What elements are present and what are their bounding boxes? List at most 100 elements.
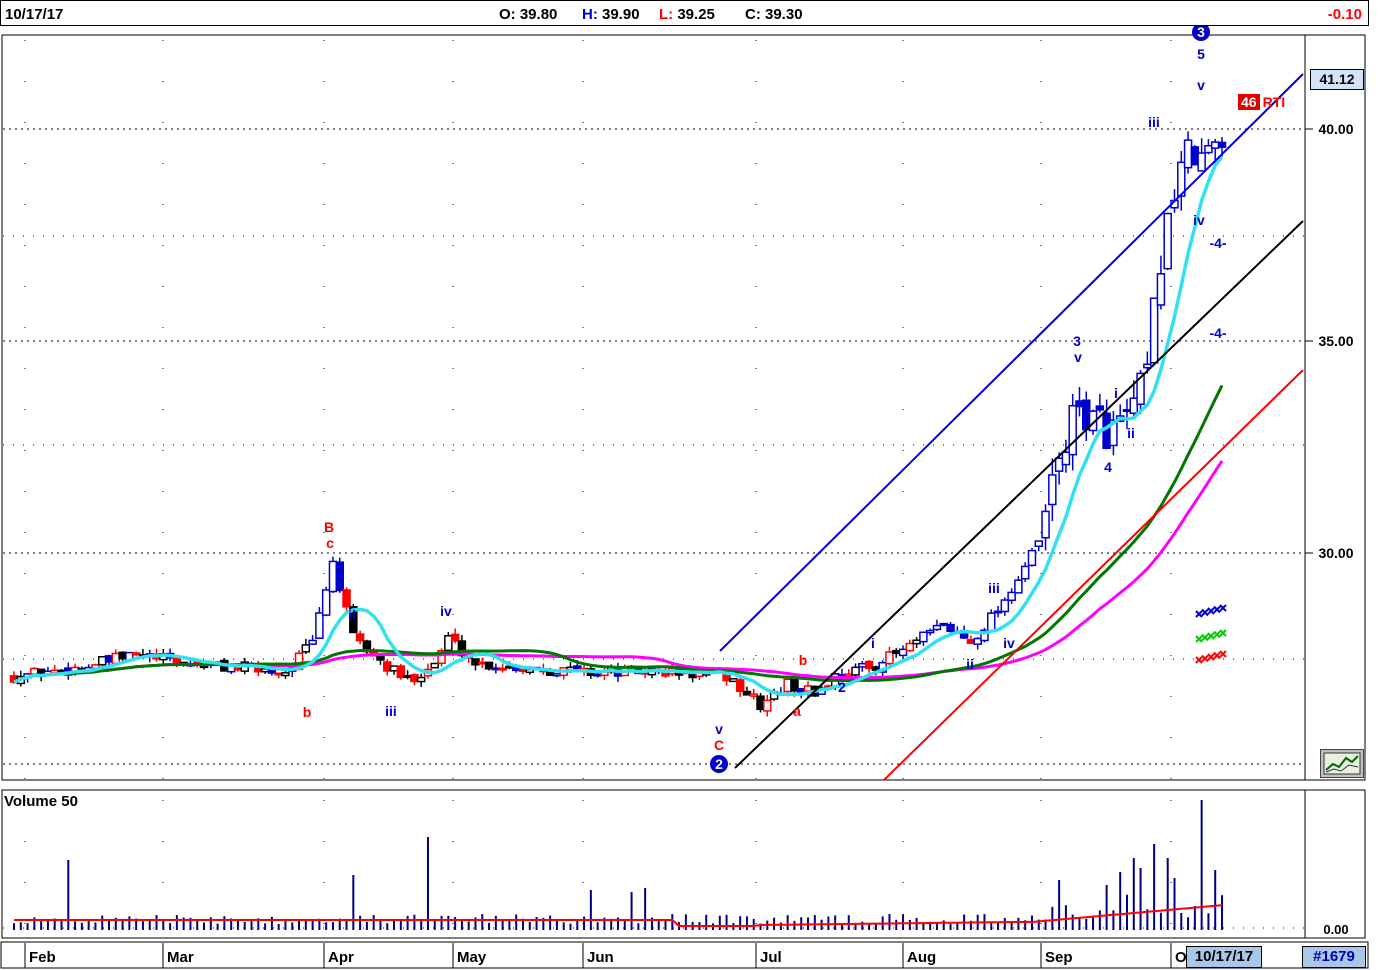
candle: [1183, 131, 1193, 174]
volume-panel-title: Volume 50: [4, 793, 78, 810]
candle-body: [1068, 405, 1077, 456]
chart-thumbnail-icon: [1323, 752, 1361, 775]
candle-body: [1210, 141, 1220, 149]
wave-label: iii: [988, 580, 1000, 596]
candle-body: [756, 695, 765, 711]
candle: [131, 651, 141, 657]
candle: [987, 609, 996, 632]
candle-body: [966, 639, 976, 644]
candle-body: [1041, 510, 1050, 539]
candle-body: [104, 655, 114, 663]
candle: [1075, 387, 1084, 417]
candle: [315, 607, 324, 639]
candle-body: [898, 648, 908, 657]
wave-label: c: [326, 535, 334, 551]
candle: [1014, 576, 1023, 594]
candle: [396, 663, 406, 680]
last-price-tag: 41.12: [1310, 69, 1364, 90]
candle-body: [308, 639, 317, 645]
chart-zoom-button[interactable]: [1320, 749, 1364, 778]
candle-body: [1197, 152, 1206, 172]
candle-body: [471, 658, 480, 666]
month-label: Sep: [1045, 949, 1073, 966]
candle-body: [118, 651, 127, 660]
projection-marker-blue: [1201, 608, 1209, 617]
candle-body: [593, 673, 602, 677]
month-label: Jul: [760, 949, 782, 966]
ma-magenta-line: [13, 460, 1224, 684]
candle: [1082, 391, 1091, 441]
month-label: May: [457, 949, 487, 966]
wave-label: i: [871, 635, 875, 651]
candle-body: [864, 660, 874, 670]
candle-body: [505, 665, 514, 669]
candle: [403, 670, 412, 680]
candle-body: [987, 612, 996, 632]
candle: [1109, 410, 1118, 456]
wave-label: 4: [1104, 459, 1112, 475]
candle-body: [1075, 400, 1084, 408]
candle: [57, 668, 66, 673]
candle-body: [1048, 474, 1057, 506]
candle-body: [403, 675, 412, 679]
projection-marker-red: [1201, 654, 1209, 663]
candle: [946, 621, 955, 633]
candle: [1041, 504, 1050, 551]
candle: [993, 606, 1003, 618]
rti-indicator-badge: 46 RTI: [1238, 94, 1285, 110]
upper-channel-line: [719, 73, 1304, 652]
y-tick-label: 30.00: [1318, 545, 1353, 561]
candle-body: [783, 678, 792, 693]
candle: [864, 659, 874, 673]
candle-body: [1020, 565, 1030, 580]
change-readout: -0.10: [1327, 6, 1362, 23]
wave-label: i: [1114, 385, 1118, 401]
candle: [763, 695, 772, 717]
wave-label: b: [799, 652, 808, 668]
candle-body: [1149, 297, 1159, 364]
candle: [1095, 393, 1105, 413]
wave-label: iii: [385, 703, 397, 719]
quote-header-bar: 10/17/17 O: 39.80 H: 39.90 L: 39.25 C: 3…: [0, 0, 1369, 26]
candle: [416, 673, 426, 687]
candle-body: [885, 651, 894, 665]
candle: [891, 648, 901, 658]
candle: [919, 631, 928, 647]
candle-body: [858, 662, 867, 668]
candle-body: [919, 631, 928, 643]
candle-body: [410, 674, 419, 683]
projection-marker-blue: [1195, 610, 1203, 618]
wave-label: -4-: [1209, 325, 1226, 341]
price-chart[interactable]: 40.00 35.00 30.00 0.00 Feb Mar Apr May Jun Jul Aug…: [0, 26, 1400, 970]
candle: [281, 670, 290, 679]
projection-marker-green: [1219, 629, 1227, 637]
month-label: Mar: [167, 949, 194, 966]
candle-body: [932, 624, 942, 631]
low-readout: L: 39.25: [659, 6, 715, 23]
candle: [1156, 255, 1166, 310]
candle: [756, 692, 765, 713]
candle-body: [1061, 451, 1071, 466]
candle: [885, 646, 894, 666]
candle-body: [1156, 273, 1166, 306]
candle: [729, 678, 738, 683]
projection-marker-red: [1213, 651, 1221, 660]
y-tick-label: 35.00: [1318, 333, 1353, 349]
wave-label: iv: [1003, 635, 1015, 651]
candle-body: [742, 690, 752, 696]
projection-marker-green: [1195, 635, 1203, 643]
candle: [484, 661, 494, 671]
rti-value: 46: [1238, 94, 1260, 110]
candle-body: [1027, 549, 1037, 567]
volume-tick-label: 0.00: [1323, 922, 1348, 937]
candle-body: [342, 589, 351, 608]
open-readout: O: 39.80: [499, 6, 558, 23]
candle-body: [444, 635, 453, 652]
candle: [1149, 297, 1159, 365]
header-date: 10/17/17: [5, 6, 64, 23]
candle-body: [30, 667, 39, 675]
candle: [328, 556, 338, 594]
candle: [321, 586, 331, 617]
candle: [518, 669, 528, 675]
candle-body: [1082, 399, 1091, 431]
